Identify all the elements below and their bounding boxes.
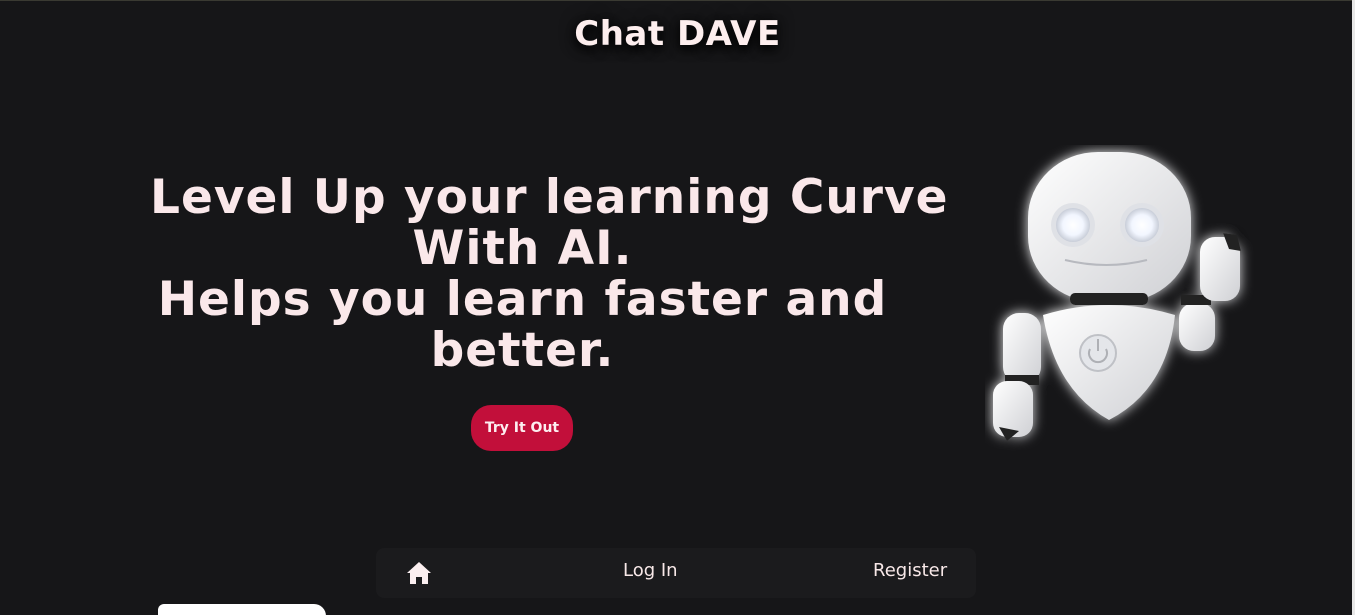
robot-illustration: [993, 152, 1241, 441]
bottom-navbar: Log In Register: [376, 548, 976, 598]
hero-line-2: With AI.: [412, 221, 633, 276]
hero-line-4: better.: [430, 323, 615, 378]
home-icon[interactable]: [406, 560, 432, 586]
hero-headline: Level Up your learning Curve With AI. He…: [150, 170, 949, 378]
register-link[interactable]: Register: [873, 560, 947, 581]
brand-title: Chat DAVE: [574, 14, 781, 54]
try-it-out-button[interactable]: Try It Out: [471, 405, 573, 451]
top-border: [0, 0, 1355, 1]
login-link[interactable]: Log In: [623, 560, 678, 581]
preview-card: [158, 604, 326, 615]
hero-line-3: Helps you learn faster and: [157, 272, 888, 327]
hero-line-1: Level Up your learning Curve: [150, 170, 949, 225]
